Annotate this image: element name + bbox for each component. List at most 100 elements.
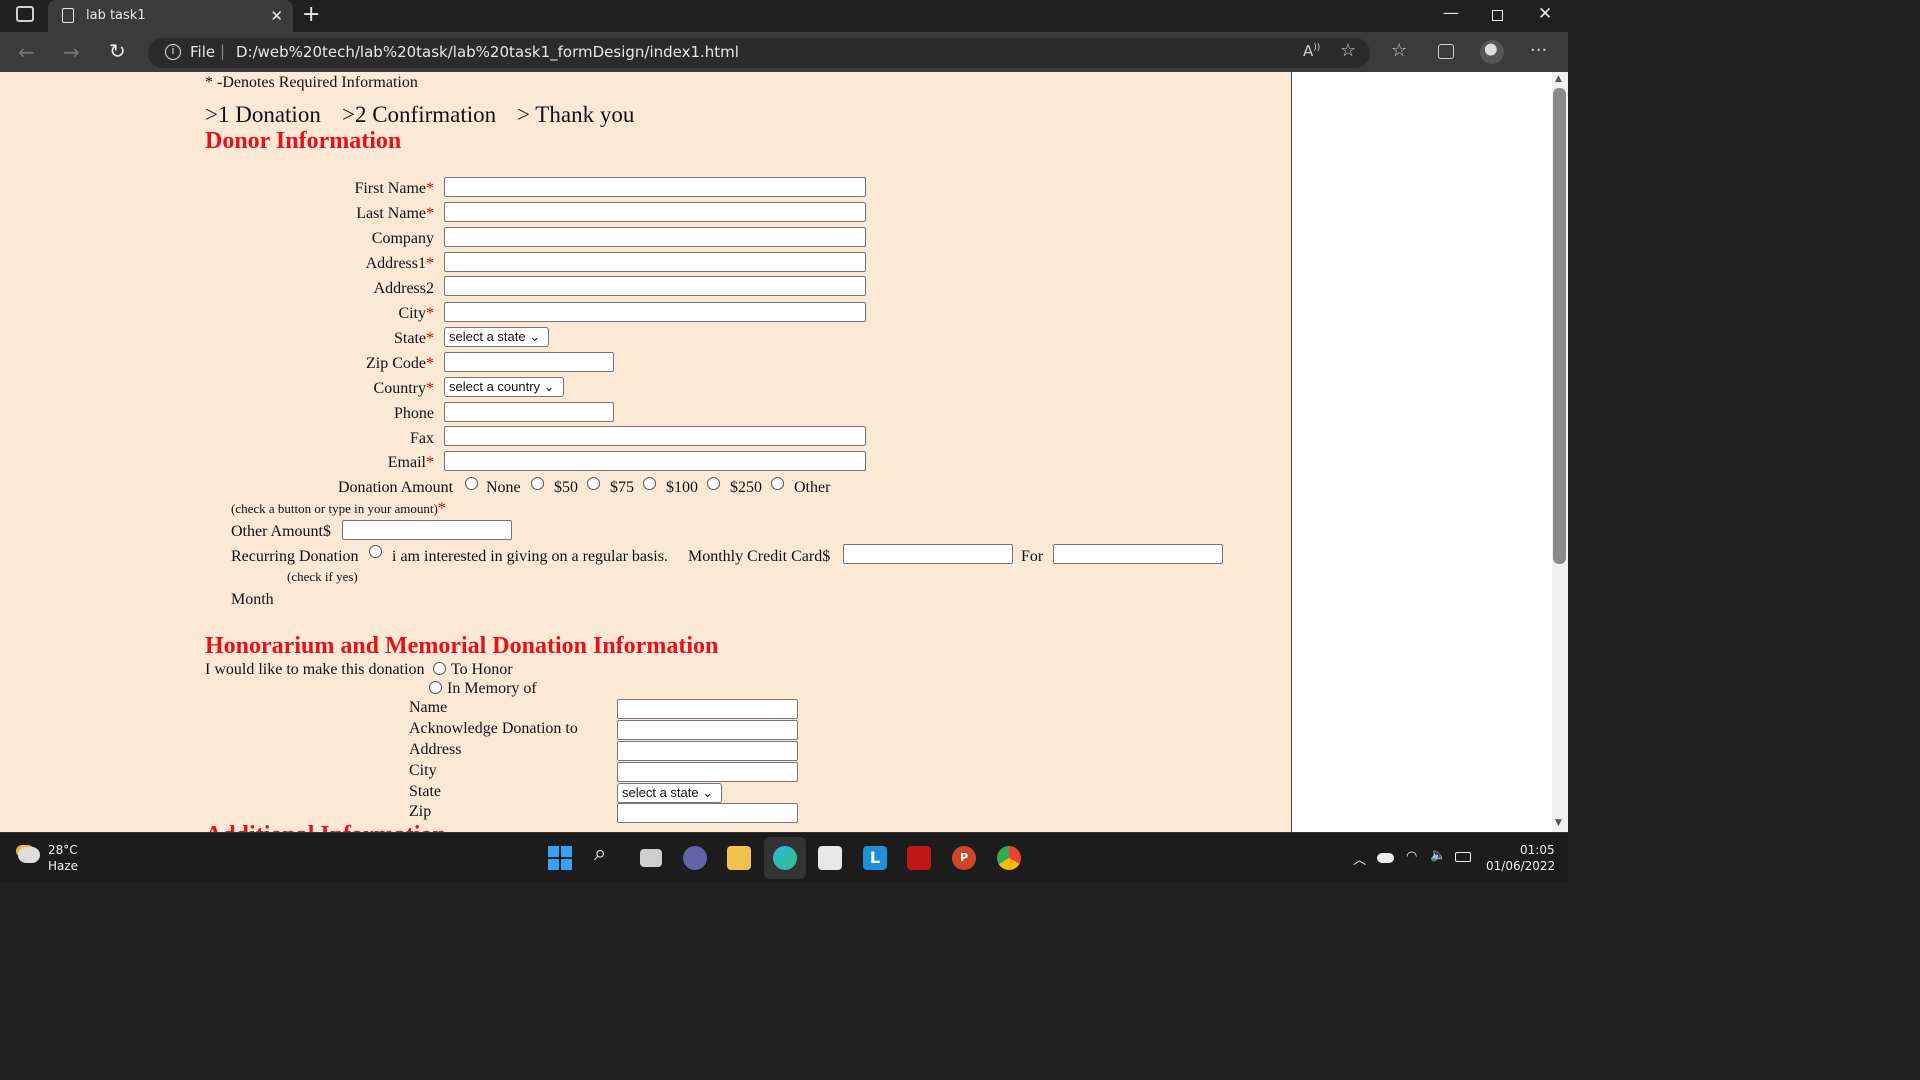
last-name-input[interactable]	[444, 202, 866, 222]
fax-input[interactable]	[444, 426, 866, 446]
donor-info-heading: Donor Information	[205, 128, 402, 154]
tab-bar: lab task1 ✕ + — ✕	[0, 0, 1568, 32]
country-label: Country*	[373, 380, 434, 397]
hon-city-input[interactable]	[617, 762, 798, 782]
add-favorite-icon[interactable]: ☆	[1340, 40, 1356, 61]
hon-zip-input[interactable]	[617, 803, 798, 823]
battery-icon[interactable]	[1455, 852, 1471, 862]
profile-avatar[interactable]	[1480, 40, 1504, 64]
first-name-input[interactable]	[444, 177, 866, 197]
address2-input[interactable]	[444, 276, 866, 296]
for-input[interactable]	[1053, 544, 1223, 564]
donation-75-radio[interactable]	[587, 477, 600, 490]
onedrive-icon[interactable]	[1377, 853, 1394, 863]
url-divider: |	[220, 42, 226, 60]
donation-250-radio[interactable]	[707, 477, 720, 490]
tab-actions-icon[interactable]	[16, 6, 34, 22]
minimize-icon[interactable]: —	[1443, 3, 1459, 22]
chevron-down-icon: ⌄	[543, 379, 555, 394]
to-honor-radio[interactable]	[433, 662, 446, 675]
clock-date[interactable]: 01/06/2022	[1486, 859, 1555, 873]
hon-city-label: City	[409, 762, 437, 779]
chat-icon[interactable]	[683, 846, 707, 870]
task-view-icon[interactable]	[640, 849, 662, 867]
wifi-icon[interactable]: ◠	[1406, 849, 1417, 864]
chevron-down-icon: ⌄	[529, 329, 541, 344]
new-tab-icon[interactable]: +	[302, 2, 320, 27]
donation-100-radio[interactable]	[643, 477, 656, 490]
close-window-icon[interactable]: ✕	[1538, 4, 1552, 24]
mcafee-icon[interactable]	[907, 846, 931, 870]
donation-amount-label: Donation Amount	[338, 479, 454, 496]
in-memory-radio[interactable]	[429, 681, 442, 694]
powerpoint-icon[interactable]: P	[952, 846, 976, 870]
donation-other-radio[interactable]	[771, 477, 784, 490]
store-icon[interactable]	[818, 846, 842, 870]
chevron-down-icon: ⌄	[702, 785, 714, 800]
clock-time[interactable]: 01:05	[1520, 843, 1555, 857]
additional-info-heading: Additional Information	[205, 822, 446, 832]
url-text[interactable]: D:/web%20tech/lab%20task/lab%20task1_for…	[236, 43, 739, 61]
back-icon[interactable]: ←	[18, 40, 35, 64]
weather-desc: Haze	[48, 859, 79, 873]
other-amount-input[interactable]	[342, 520, 512, 540]
file-explorer-icon[interactable]	[727, 846, 751, 870]
hon-state-select[interactable]: select a state ⌄	[617, 783, 722, 803]
l-app-icon[interactable]: L	[863, 846, 887, 870]
step-confirmation: >2 Confirmation	[342, 102, 497, 127]
hon-ack-input[interactable]	[617, 720, 798, 740]
month-label: Month	[231, 591, 274, 608]
address1-input[interactable]	[444, 252, 866, 272]
close-tab-icon[interactable]: ✕	[270, 7, 283, 25]
scroll-down-icon[interactable]: ▼	[1555, 818, 1562, 828]
edge-icon[interactable]	[773, 846, 797, 870]
monthly-credit-card-input[interactable]	[843, 544, 1013, 564]
monthly-credit-card-label: Monthly Credit Card$	[688, 548, 831, 565]
first-name-label: First Name*	[354, 180, 434, 197]
recurring-donation-radio[interactable]	[369, 545, 382, 558]
windows-start-icon[interactable]	[548, 846, 572, 870]
forward-icon[interactable]: →	[63, 40, 80, 64]
hon-zip-label: Zip	[409, 803, 432, 820]
zip-code-input[interactable]	[444, 352, 614, 372]
tray-chevron-icon[interactable]: ︿	[1353, 849, 1366, 868]
restore-icon[interactable]	[1492, 10, 1503, 21]
refresh-icon[interactable]: ↻	[109, 39, 126, 63]
phone-label: Phone	[394, 405, 434, 422]
scrollbar-thumb[interactable]	[1553, 88, 1566, 564]
zip-code-label: Zip Code*	[366, 355, 434, 372]
make-donation-label: I would like to make this donation	[205, 661, 425, 678]
email-input[interactable]	[444, 451, 866, 471]
chrome-icon[interactable]	[997, 846, 1021, 870]
state-select[interactable]: select a state ⌄	[444, 327, 549, 347]
company-input[interactable]	[444, 227, 866, 247]
donation-none-radio[interactable]	[465, 477, 478, 490]
donation-none-label: None	[486, 479, 521, 496]
last-name-label: Last Name*	[356, 205, 434, 222]
recurring-donation-text: i am interested in giving on a regular b…	[392, 548, 668, 565]
read-aloud-icon[interactable]: A))	[1303, 42, 1320, 60]
donation-50-radio[interactable]	[531, 477, 544, 490]
step-donation: >1 Donation	[205, 102, 321, 127]
address2-label: Address2	[373, 280, 434, 297]
taskbar: 28°C Haze ⌕ L P ︿ ◠ 🔈 01:05 01/06/2022	[0, 832, 1568, 882]
favorites-icon[interactable]: ☆	[1391, 40, 1407, 61]
collections-icon[interactable]	[1438, 44, 1454, 59]
more-menu-icon[interactable]: ···	[1530, 40, 1547, 61]
hon-name-input[interactable]	[617, 699, 798, 719]
hon-address-input[interactable]	[617, 741, 798, 761]
volume-icon[interactable]: 🔈	[1430, 848, 1446, 863]
weather-temp: 28°C	[48, 843, 78, 857]
info-icon[interactable]: i	[165, 44, 181, 60]
search-icon[interactable]: ⌕	[594, 841, 618, 866]
city-label: City*	[398, 305, 434, 322]
country-select[interactable]: select a country ⌄	[444, 377, 564, 397]
browser-tab[interactable]: lab task1 ✕	[48, 0, 293, 32]
required-note: * -Denotes Required Information	[205, 74, 418, 91]
weather-icon[interactable]	[18, 847, 40, 863]
city-input[interactable]	[444, 302, 866, 322]
donation-75-label: $75	[610, 479, 634, 496]
scroll-up-icon[interactable]: ▲	[1555, 74, 1562, 84]
phone-input[interactable]	[444, 402, 614, 422]
hon-ack-label: Acknowledge Donation to	[409, 720, 578, 737]
